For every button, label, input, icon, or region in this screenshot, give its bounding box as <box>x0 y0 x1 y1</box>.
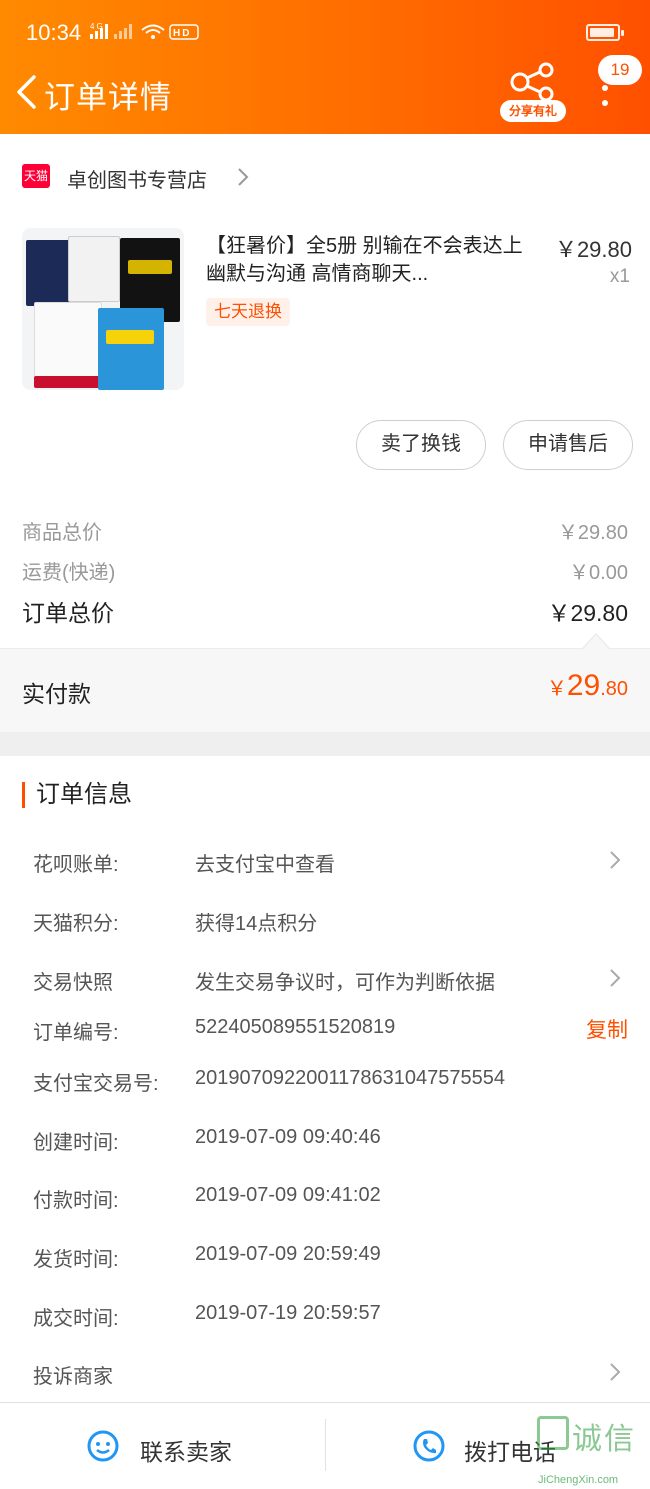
product-quantity: x1 <box>609 266 630 287</box>
info-value: 2019-07-19 20:59:57 <box>195 1302 381 1324</box>
watermark-url: JiChengXin.com <box>538 1474 619 1486</box>
chat-smile-icon <box>87 1430 119 1462</box>
order-total-label: 订单总价 <box>22 600 114 626</box>
order-total-value: ￥29.80 <box>547 600 628 626</box>
sell-button[interactable]: 卖了换钱 <box>356 420 486 470</box>
signal-wifi-icons: 4G HD <box>90 20 210 46</box>
share-button[interactable]: 分享有礼 <box>500 62 566 124</box>
hd-label: HD <box>173 28 191 39</box>
info-value: 获得14点积分 <box>195 913 318 935</box>
info-row-alipay-number: 支付宝交易号: 2019070922001178631047575554 <box>0 1061 650 1101</box>
info-value: 2019-07-09 09:41:02 <box>195 1184 381 1206</box>
contact-seller-label: 联系卖家 <box>140 1439 232 1465</box>
status-bar: 10:34 4G HD <box>0 0 650 66</box>
info-row-paid: 付款时间: 2019-07-09 09:41:02 <box>0 1178 650 1218</box>
order-total-row: 订单总价 ￥29.80 <box>0 594 650 630</box>
watermark-logo-icon <box>537 1416 569 1450</box>
info-value: 2019-07-09 09:40:46 <box>195 1126 381 1148</box>
product-title: 【狂暑价】全5册 别输在不会表达上 幽默与沟通 高情商聊天... <box>206 235 523 285</box>
info-key: 订单编号: <box>33 1022 119 1044</box>
goods-total-label: 商品总价 <box>22 522 102 544</box>
info-row-created: 创建时间: 2019-07-09 09:40:46 <box>0 1120 650 1160</box>
app-header: 10:34 4G HD 订单详情 分享有礼 19 <box>0 0 650 134</box>
info-key: 天猫积分: <box>33 913 119 935</box>
info-row-completed: 成交时间: 2019-07-19 20:59:57 <box>0 1296 650 1336</box>
chevron-right-icon <box>610 851 621 869</box>
order-info-title: 订单信息 <box>22 782 132 808</box>
info-row-snapshot[interactable]: 交易快照 发生交易争议时，可作为判断依据 <box>0 960 650 1000</box>
phone-icon <box>413 1430 445 1462</box>
product-price: ￥29.80 <box>554 237 632 262</box>
info-row-huabei[interactable]: 花呗账单: 去支付宝中查看 <box>0 842 650 882</box>
info-key: 投诉商家 <box>33 1366 113 1388</box>
info-key: 付款时间: <box>33 1190 119 1212</box>
info-value: 去支付宝中查看 <box>195 854 335 876</box>
share-label: 分享有礼 <box>500 100 566 122</box>
info-key: 支付宝交易号: <box>33 1073 159 1095</box>
status-time: 10:34 <box>26 20 82 45</box>
info-value: 2019-07-09 20:59:49 <box>195 1243 381 1265</box>
shop-name: 卓创图书专营店 <box>67 170 207 192</box>
shipping-row: 运费(快递) ￥0.00 <box>0 556 650 592</box>
info-value: 522405089551520819 <box>195 1016 396 1038</box>
info-row-complain[interactable]: 投诉商家 <box>0 1354 650 1394</box>
info-key: 交易快照 <box>33 972 113 994</box>
return-policy-tag: 七天退换 <box>206 298 290 326</box>
copy-button[interactable]: 复制 <box>586 1014 628 1044</box>
watermark-text: 诚信 <box>572 1423 636 1456</box>
info-value: 发生交易争议时，可作为判断依据 <box>195 972 495 994</box>
chevron-right-icon <box>610 969 621 987</box>
back-arrow-icon[interactable] <box>12 74 42 110</box>
info-key: 发货时间: <box>33 1249 119 1271</box>
after-sale-button[interactable]: 申请售后 <box>503 420 633 470</box>
share-icon <box>510 62 554 102</box>
chevron-right-icon <box>610 1363 621 1381</box>
section-divider <box>0 732 650 756</box>
product-image <box>22 228 184 390</box>
battery-icon <box>586 24 624 41</box>
chevron-right-icon <box>238 168 249 186</box>
info-value: 2019070922001178631047575554 <box>195 1067 505 1089</box>
info-key: 花呗账单: <box>33 854 119 876</box>
shop-row[interactable]: 天猫 卓创图书专营店 <box>0 150 650 204</box>
more-icon[interactable] <box>598 84 612 108</box>
goods-total-value: ￥29.80 <box>557 522 628 544</box>
paid-label: 实付款 <box>22 681 91 707</box>
info-row-points: 天猫积分: 获得14点积分 <box>0 901 650 941</box>
info-key: 创建时间: <box>33 1132 119 1154</box>
paid-amount-box: 实付款 ￥29.80 <box>0 648 650 732</box>
tmall-logo-icon: 天猫 <box>22 164 50 188</box>
page-title: 订单详情 <box>44 80 172 115</box>
info-row-shipped: 发货时间: 2019-07-09 20:59:49 <box>0 1237 650 1277</box>
shipping-label: 运费(快递) <box>22 562 116 584</box>
message-badge[interactable]: 19 <box>598 55 642 85</box>
product-item[interactable]: 【狂暑价】全5册 别输在不会表达上 幽默与沟通 高情商聊天... ￥29.80 … <box>0 220 650 400</box>
goods-total-row: 商品总价 ￥29.80 <box>0 516 650 552</box>
info-row-order-number: 订单编号: 522405089551520819 复制 <box>0 1010 650 1050</box>
shipping-value: ￥0.00 <box>569 562 628 584</box>
signal-icon: 4G HD <box>90 22 199 40</box>
paid-amount: ￥29.80 <box>546 669 628 702</box>
info-key: 成交时间: <box>33 1308 119 1330</box>
contact-seller-button[interactable]: 联系卖家 <box>0 1403 325 1489</box>
